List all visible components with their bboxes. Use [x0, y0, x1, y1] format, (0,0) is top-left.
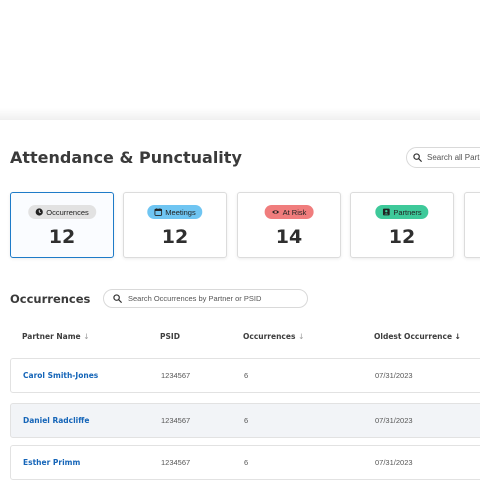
psid-cell: 1234567 [161, 371, 191, 380]
card-at-risk-label: At Risk [282, 207, 307, 217]
column-header-psid: PSID [160, 332, 180, 341]
card-partners[interactable]: Partners 12 [350, 192, 454, 258]
occurrences-search-placeholder: Search Occurrences by Partner or PSID [128, 294, 262, 303]
card-partners-count: 12 [388, 226, 416, 248]
column-header-partner-name-label: Partner Name [22, 332, 81, 341]
table-row[interactable]: Esther Primm 1234567 6 07/31/2023 [10, 445, 480, 480]
card-at-risk-badge: At Risk [264, 205, 314, 219]
eye-icon [272, 210, 280, 214]
column-header-occurrences-label: Occurrences [243, 332, 296, 341]
card-meetings-label: Meetings [165, 207, 196, 217]
oldest-occurrence-cell: 07/31/2023 [375, 371, 413, 380]
global-search-input[interactable]: Search all Partners [406, 147, 480, 168]
search-icon [113, 294, 122, 303]
card-at-risk-count: 14 [275, 226, 303, 248]
card-meetings-count: 12 [161, 226, 189, 248]
calendar-icon [154, 208, 163, 216]
occurrences-cell: 6 [244, 416, 249, 425]
header-shadow [0, 108, 480, 120]
occurrences-cell: 6 [244, 458, 249, 467]
column-header-oldest-occurrence[interactable]: Oldest Occurrence ↓ [374, 332, 461, 341]
card-occurrences-label: Occurrences [46, 207, 89, 217]
column-header-psid-label: PSID [160, 332, 180, 341]
card-at-risk[interactable]: At Risk 14 [237, 192, 341, 258]
oldest-occurrence-cell: 07/31/2023 [375, 416, 413, 425]
partner-name-link[interactable]: Daniel Radcliffe [23, 404, 89, 437]
card-meetings[interactable]: Meetings 12 [123, 192, 227, 258]
clock-icon [35, 208, 43, 216]
blank-top-area [0, 0, 480, 117]
search-icon [413, 153, 422, 162]
card-occurrences[interactable]: Occurrences 12 [10, 192, 114, 258]
card-partners-label: Partners [393, 207, 422, 217]
card-partners-badge: Partners [375, 205, 429, 219]
person-badge-icon [382, 208, 390, 216]
sort-arrow-icon: ↓ [454, 332, 461, 341]
sort-arrow-icon: ↓ [298, 332, 305, 341]
partner-name-link[interactable]: Esther Primm [23, 446, 80, 479]
column-header-occurrences[interactable]: Occurrences ↓ [243, 332, 304, 341]
global-search-placeholder: Search all Partners [427, 153, 480, 162]
oldest-occurrence-cell: 07/31/2023 [375, 458, 413, 467]
column-header-oldest-label: Oldest Occurrence [374, 332, 453, 341]
psid-cell: 1234567 [161, 458, 191, 467]
card-meetings-badge: Meetings [147, 205, 203, 219]
occurrences-cell: 6 [244, 371, 249, 380]
occurrences-search-input[interactable]: Search Occurrences by Partner or PSID [103, 289, 308, 308]
card-partial-offscreen[interactable] [464, 192, 480, 258]
table-row[interactable]: Carol Smith-Jones 1234567 6 07/31/2023 [10, 358, 480, 393]
sort-arrow-icon: ↓ [83, 332, 90, 341]
attendance-app: Attendance & Punctuality Search all Part… [0, 120, 480, 480]
page-title: Attendance & Punctuality [10, 148, 242, 167]
card-occurrences-count: 12 [48, 226, 76, 248]
column-header-partner-name[interactable]: Partner Name ↓ [22, 332, 90, 341]
table-row[interactable]: Daniel Radcliffe 1234567 6 07/31/2023 [10, 403, 480, 438]
psid-cell: 1234567 [161, 416, 191, 425]
occurrences-section-title: Occurrences [10, 292, 91, 306]
partner-name-link[interactable]: Carol Smith-Jones [23, 359, 98, 392]
card-occurrences-badge: Occurrences [28, 205, 96, 219]
